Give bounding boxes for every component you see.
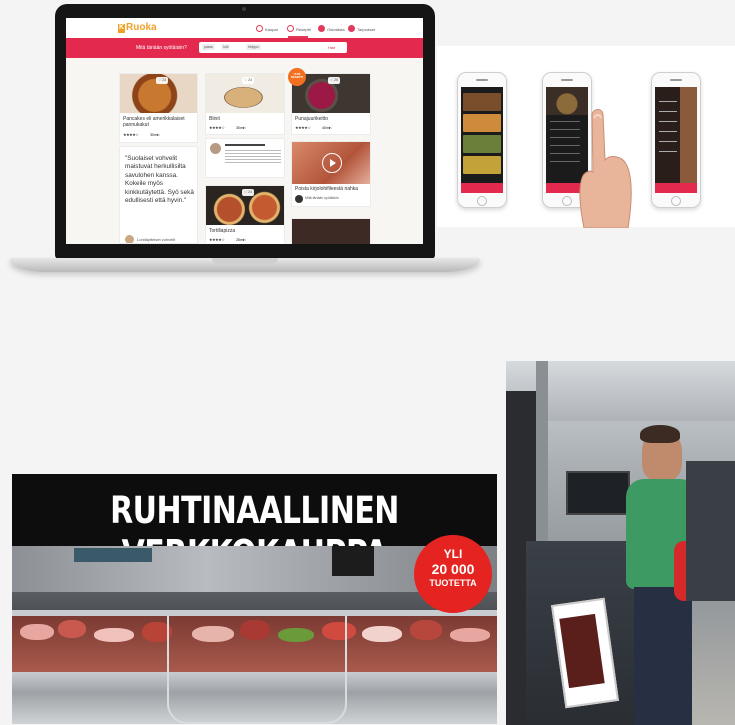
quote-text: "Suolaiset vohvelit maistuvat herkullisi… — [125, 155, 194, 205]
search-button[interactable]: Hae — [328, 45, 335, 50]
like-button[interactable]: ♡ 24 — [242, 77, 255, 84]
comment-text — [225, 150, 281, 151]
video-card[interactable]: Poista kirjolohifileestä nahka Mitä tänä… — [291, 141, 371, 207]
self-checkout-photo — [506, 361, 735, 725]
comment-author — [225, 144, 265, 146]
phone-speaker — [670, 79, 682, 81]
avatar — [210, 143, 221, 154]
nav-item-tarjoukset[interactable]: Tarjoukset — [357, 27, 375, 32]
author-avatar — [125, 235, 134, 243]
phone-screen — [655, 87, 697, 193]
cook-time: 40 min — [322, 125, 332, 130]
menu-items[interactable] — [659, 101, 677, 102]
quote-link[interactable]: Lohitäytteiset vohvelit — [137, 237, 175, 242]
video-title: Poista kirjolohifileestä nahka — [295, 186, 359, 192]
shopper-jeans — [634, 587, 692, 725]
recipes-icon — [287, 25, 294, 32]
like-button[interactable]: ♡ 23 — [156, 77, 169, 84]
nav-item-ostoslista[interactable]: Ostoslista — [327, 27, 345, 32]
menu-overlay — [655, 87, 697, 193]
product-count-badge: YLI 20 000 TUOTETTA — [414, 535, 492, 613]
store-equipment — [332, 546, 374, 576]
phone-speaker — [476, 79, 488, 81]
hand-image — [579, 109, 632, 228]
meat-item — [58, 620, 86, 638]
rating-stars: ★★★★☆ — [295, 125, 311, 130]
recipe-title: Pancakes eli amerikkalaiset pannukakut — [123, 116, 185, 128]
cook-time: 30 min — [150, 132, 160, 137]
phone-screen — [461, 87, 503, 193]
quote-card: "Suolaiset vohvelit maistuvat herkullisi… — [119, 146, 198, 244]
k-logo-icon: K — [118, 24, 125, 33]
meat-item — [410, 620, 442, 640]
recipe-thumbnail — [463, 93, 501, 111]
nav-item-reseptit[interactable]: Reseptit — [296, 27, 311, 32]
search-chip[interactable]: lohi — [221, 44, 231, 50]
list-icon — [318, 25, 325, 32]
new-recipe-badge: UUSI RESEPTI — [288, 68, 306, 86]
laptop-camera — [242, 7, 246, 11]
nav-item-kaupat[interactable]: Kaupat — [265, 27, 278, 32]
play-button[interactable] — [322, 153, 342, 173]
search-chip[interactable]: helppo — [246, 44, 261, 50]
site-logo[interactable]: Ruoka — [126, 22, 157, 33]
meat-item — [20, 624, 54, 640]
badge-number: 20 000 — [431, 561, 475, 577]
video-author: Mitä tänään syötäisiin — [305, 196, 339, 200]
recipe-card[interactable]: ♡ 24 Tortillapizza ★★★★☆ 25 min — [205, 185, 285, 244]
like-button[interactable]: ♡ 24 — [242, 189, 255, 196]
badge-top: YLI — [443, 547, 463, 561]
rating-stars: ★★★★☆ — [209, 237, 225, 242]
recipe-thumbnail — [463, 114, 501, 132]
app-tab-bar[interactable] — [655, 183, 697, 193]
badge-bottom: TUOTETTA — [429, 578, 477, 588]
recipe-thumbnail — [463, 156, 501, 174]
recipe-card[interactable]: ♡ 23 Pancakes eli amerikkalaiset pannuka… — [119, 73, 198, 143]
phone-speaker — [561, 79, 573, 81]
phone-mockup — [457, 72, 507, 208]
home-button[interactable] — [671, 196, 681, 206]
search-label: Mitä tänään syötäisiin? — [136, 45, 187, 51]
recipe-title: Blinit — [209, 116, 220, 122]
meat-item — [450, 628, 490, 642]
meat-item — [94, 628, 134, 642]
counter-glass — [167, 616, 347, 724]
recipe-site-screen: K Ruoka Kaupat Reseptit Ostoslista Tarjo… — [66, 18, 423, 244]
meat-item — [362, 626, 402, 642]
home-button[interactable] — [477, 196, 487, 206]
tv-screen — [74, 548, 152, 562]
recipe-card[interactable]: ♡ 24 Blinit ★★★★☆ 30 min — [205, 73, 285, 135]
recipe-title: Tortillapizza — [209, 228, 236, 234]
rating-stars: ★★★★☆ — [209, 125, 225, 130]
offers-icon — [348, 25, 355, 32]
channel-avatar — [295, 195, 303, 203]
search-chip[interactable]: pasta — [202, 44, 215, 50]
recipe-title: Punajuurikeitto — [295, 116, 329, 122]
cook-time: 25 min — [236, 237, 246, 242]
shopper-hair — [640, 425, 680, 443]
home-button[interactable] — [562, 196, 572, 206]
checkout-screen[interactable] — [566, 471, 630, 515]
cook-time: 30 min — [236, 125, 246, 130]
store-icon — [256, 25, 263, 32]
app-tab-bar[interactable] — [461, 183, 503, 193]
ingredient-list — [550, 121, 580, 122]
recipe-card[interactable] — [291, 218, 371, 244]
comment-card — [205, 138, 285, 178]
rating-stars: ★★★★☆ — [123, 132, 139, 137]
like-button[interactable]: ♡ 25 — [328, 77, 341, 84]
phone-mockup — [651, 72, 701, 208]
laptop-notch — [212, 258, 278, 264]
play-icon — [330, 159, 336, 167]
recipe-thumbnail — [463, 135, 501, 153]
background-shopper — [686, 461, 735, 601]
